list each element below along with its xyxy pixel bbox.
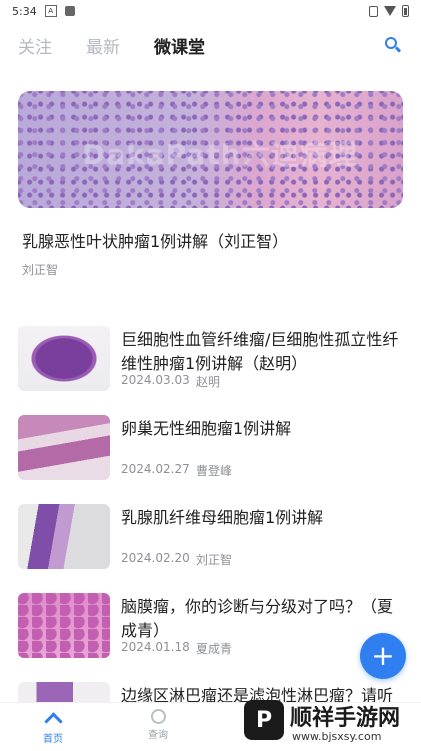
course-date: 2024.03.03 [121,373,190,387]
course-thumbnail [18,593,110,658]
course-author: 曹登峰 [196,464,233,478]
course-author: 夏成青 [196,642,233,656]
course-thumbnail [18,682,110,702]
tab-micro-class[interactable]: 微课堂 [154,33,205,58]
search-icon-handle [394,46,402,53]
vibrate-icon [369,5,378,17]
query-icon [150,709,166,724]
course-thumbnail [18,415,110,480]
status-right [369,5,409,17]
course-author: 刘正智 [196,553,233,567]
course-title: 卵巢无性细胞瘤1例讲解 [121,419,292,438]
list-item[interactable]: 乳腺肌纤维母细胞瘤1例讲解 2024.02.20 刘正智 [0,504,421,570]
list-item[interactable]: 脑膜瘤，你的诊断与分级对了吗？（夏成青） 2024.01.18 夏成青 [0,593,421,659]
course-date: 2024.02.27 [121,462,190,476]
course-title: 巨细胞性血管纤维瘤/巨细胞性孤立性纤维性肿瘤1例讲解（赵明） [121,330,399,373]
banner-watermark: DakaPath六迪病理 [82,138,358,171]
tab-latest[interactable]: 最新 [86,33,120,58]
status-bar: 5:34 A [0,0,421,22]
list-item[interactable]: 卵巢无性细胞瘤1例讲解 2024.02.27 曹登峰 [0,415,421,481]
bottom-nav-query-label: 查询 [148,730,168,741]
top-tab-bar: 关注 最新 微课堂 [0,26,421,64]
site-watermark: P 顺祥手游网 www.bjsxsy.com [244,696,421,750]
featured-banner-image[interactable]: DakaPath六迪病理 [18,91,403,208]
featured-author: 刘正智 [22,263,59,277]
course-thumbnail [18,504,110,569]
featured-title[interactable]: 乳腺恶性叶状肿瘤1例讲解（刘正智） [22,228,288,252]
notification-square-icon [64,6,75,16]
notification-a-icon: A [44,5,57,17]
bottom-nav-home[interactable]: 首页 [23,709,83,745]
status-time: 5:34 [12,4,37,18]
home-icon [43,712,63,731]
tab-follow[interactable]: 关注 [18,33,52,58]
course-date: 2024.01.18 [121,640,190,654]
bottom-nav-query[interactable]: 查询 [128,709,188,741]
add-button[interactable]: + [360,633,406,679]
course-title: 脑膜瘤，你的诊断与分级对了吗？（夏成青） [121,597,394,640]
list-item[interactable]: 巨细胞性血管纤维瘤/巨细胞性孤立性纤维性肿瘤1例讲解（赵明） 2024.03.0… [0,326,421,392]
watermark-url: www.bjsxsy.com [292,730,382,743]
wifi-icon [384,6,396,16]
watermark-text: 顺祥手游网 [290,706,401,731]
bottom-nav-home-label: 首页 [43,734,63,745]
course-title: 乳腺肌纤维母细胞瘤1例讲解 [121,508,324,527]
status-left: 5:34 A [12,5,75,18]
battery-icon [402,5,409,17]
course-date: 2024.02.20 [121,551,190,565]
watermark-logo-icon: P [244,700,284,740]
course-author: 赵明 [196,375,221,389]
course-thumbnail [18,326,110,391]
plus-icon: + [371,639,395,672]
search-button[interactable] [383,35,403,55]
